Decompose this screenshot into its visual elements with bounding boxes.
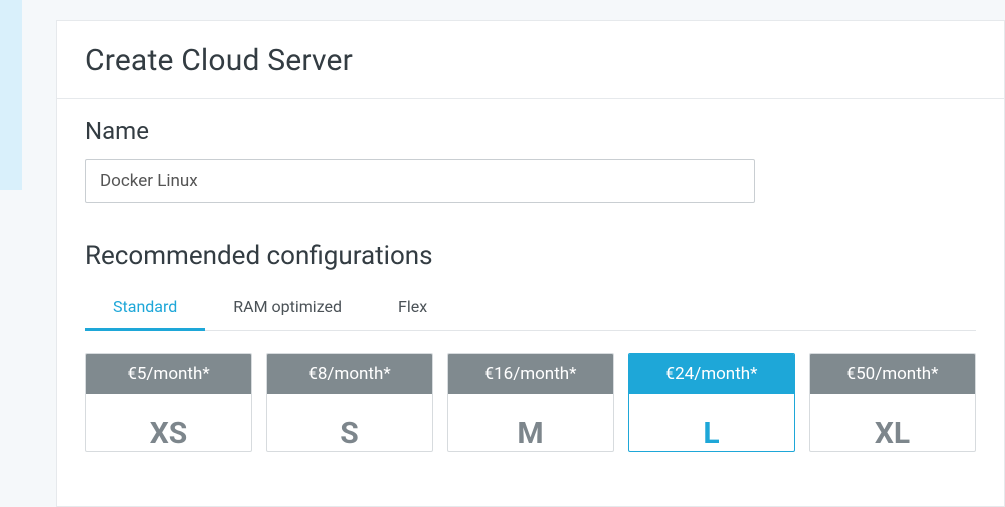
plan-price: €5/month* xyxy=(86,354,251,394)
config-tabs: Standard RAM optimized Flex xyxy=(85,287,976,331)
plan-price: €8/month* xyxy=(267,354,432,394)
plan-xs[interactable]: €5/month* XS xyxy=(85,353,252,452)
tab-standard[interactable]: Standard xyxy=(85,287,205,331)
tab-ram-optimized[interactable]: RAM optimized xyxy=(205,287,370,331)
plan-size: M xyxy=(448,394,613,451)
plan-l[interactable]: €24/month* L xyxy=(628,353,795,452)
plan-price: €50/month* xyxy=(810,354,975,394)
form-section: Name Recommended configurations Standard… xyxy=(57,99,1004,452)
create-server-card: Create Cloud Server Name Recommended con… xyxy=(56,20,1005,507)
plan-list: €5/month* XS €8/month* S €16/month* M €2… xyxy=(85,353,976,452)
plan-price: €16/month* xyxy=(448,354,613,394)
plan-size: S xyxy=(267,394,432,451)
plan-price: €24/month* xyxy=(629,354,794,394)
name-label: Name xyxy=(85,117,976,145)
configs-heading: Recommended configurations xyxy=(85,241,976,271)
plan-m[interactable]: €16/month* M xyxy=(447,353,614,452)
plan-size: L xyxy=(629,394,794,451)
plan-s[interactable]: €8/month* S xyxy=(266,353,433,452)
plan-xl[interactable]: €50/month* XL xyxy=(809,353,976,452)
page-title: Create Cloud Server xyxy=(57,21,1004,98)
tab-flex[interactable]: Flex xyxy=(370,287,455,331)
plan-size: XS xyxy=(86,394,251,451)
plan-size: XL xyxy=(810,394,975,451)
name-input[interactable] xyxy=(85,159,755,203)
sidebar-sliver xyxy=(0,0,22,190)
